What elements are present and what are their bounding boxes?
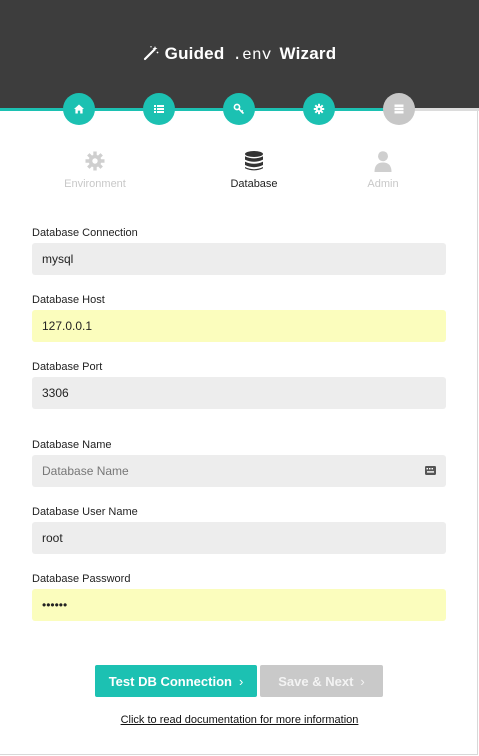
db-password-input[interactable]: •••••• [32,589,446,621]
title-prefix: Guided [164,44,225,63]
db-connection-field[interactable]: mysql [32,243,446,275]
test-db-connection-label: Test DB Connection [108,673,232,689]
gear-icon [85,151,105,171]
tab-environment-label: Environment [64,178,126,190]
documentation-link[interactable]: Click to read documentation for more inf… [0,714,479,726]
db-connection-value: mysql [42,252,74,266]
step-home-button[interactable] [63,93,95,125]
test-db-connection-button[interactable]: Test DB Connection › [95,665,257,697]
db-port-label: Database Port [32,361,103,373]
magic-wand-icon [143,46,159,61]
db-host-label: Database Host [32,294,105,306]
title-suffix: Wizard [279,44,337,63]
list-icon [154,105,164,113]
db-password-value: •••••• [42,598,68,612]
key-icon [233,103,245,115]
chevron-right-icon: › [238,673,244,689]
page-title: Guided .env Wizard [0,44,479,64]
db-connection-label: Database Connection [32,227,138,239]
server-icon [394,104,404,114]
tab-database-label: Database [230,178,278,190]
db-user-value: root [42,531,63,545]
tab-admin-label: Admin [367,178,399,190]
keyboard-icon[interactable] [425,466,436,475]
save-next-label: Save & Next [278,673,354,689]
wizard-tabs: Environment Database Admin [0,150,479,200]
save-next-button[interactable]: Save & Next › [260,665,383,697]
user-icon [374,151,392,172]
tab-environment[interactable]: Environment [35,150,155,190]
db-name-placeholder: Database Name [42,464,129,478]
db-port-value: 3306 [42,386,69,400]
db-host-value: 127.0.0.1 [42,319,93,333]
db-name-label: Database Name [32,439,112,451]
chevron-right-icon: › [360,673,365,689]
tab-admin[interactable]: Admin [323,150,443,190]
step-settings-button[interactable] [303,93,335,125]
step-list-button[interactable] [143,93,175,125]
home-icon [74,104,84,114]
gear-icon [313,103,325,115]
title-code: .env [232,46,272,64]
db-password-label: Database Password [32,573,131,585]
database-icon [245,151,263,171]
tab-database[interactable]: Database [194,150,314,190]
step-server-button[interactable] [383,93,415,125]
db-host-input[interactable]: 127.0.0.1 [32,310,446,342]
step-key-button[interactable] [223,93,255,125]
db-port-input[interactable]: 3306 [32,377,446,409]
db-user-label: Database User Name [32,506,138,518]
db-user-input[interactable]: root [32,522,446,554]
db-name-input[interactable]: Database Name [32,455,446,487]
